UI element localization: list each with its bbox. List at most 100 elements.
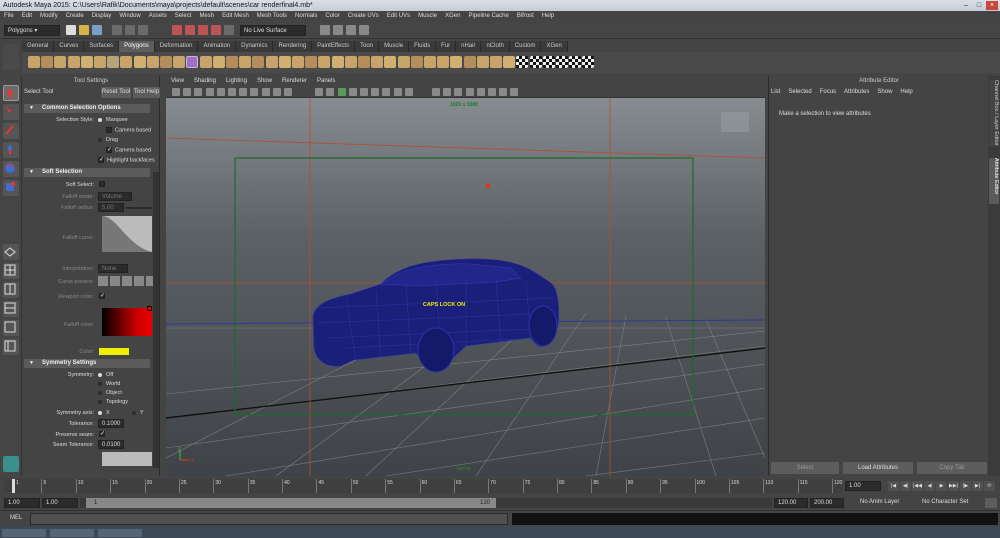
playback-start-field[interactable]: 1.00 bbox=[42, 498, 78, 508]
loop-toggle-icon[interactable]: ⟳ bbox=[984, 481, 995, 491]
ambient-occlusion-icon[interactable] bbox=[382, 88, 391, 96]
uv-editor-icon[interactable] bbox=[569, 56, 582, 68]
view-cube-icon[interactable] bbox=[721, 112, 749, 132]
shelf-tab-curves[interactable]: Curves bbox=[54, 41, 85, 52]
lasso-tool-icon[interactable] bbox=[3, 104, 19, 120]
poly-cube-icon[interactable] bbox=[41, 56, 54, 68]
attribute-menu-selected[interactable]: Selected bbox=[788, 89, 811, 95]
smooth-icon[interactable] bbox=[239, 56, 252, 68]
new-scene-icon[interactable] bbox=[66, 25, 76, 35]
soft-select-checkbox[interactable] bbox=[99, 181, 108, 187]
select-camera-icon[interactable] bbox=[172, 88, 180, 96]
shelf-tab-rendering[interactable]: Rendering bbox=[273, 41, 313, 52]
checker-c-icon[interactable] bbox=[542, 56, 555, 68]
camera-attributes-icon[interactable] bbox=[183, 88, 192, 96]
smooth-shade-icon[interactable] bbox=[326, 88, 335, 96]
camera-based-checkbox[interactable]: Camera based bbox=[106, 127, 151, 133]
select-button[interactable]: Select bbox=[771, 462, 839, 474]
menu-mesh-tools[interactable]: Mesh Tools bbox=[253, 11, 291, 22]
snap-curve-icon[interactable] bbox=[185, 25, 195, 35]
scale-tool-icon[interactable] bbox=[3, 180, 19, 196]
common-selection-header[interactable]: Common Selection Options bbox=[24, 104, 150, 113]
menu-assets[interactable]: Assets bbox=[145, 11, 171, 22]
ramp-handle-top[interactable] bbox=[147, 306, 152, 311]
copy-tab-button[interactable]: Copy Tab bbox=[917, 462, 987, 474]
anti-aliasing-icon[interactable] bbox=[404, 88, 413, 96]
drag-radio[interactable]: Drag bbox=[98, 137, 118, 143]
resolution-gate-toggle-icon[interactable] bbox=[239, 88, 248, 96]
menu-color[interactable]: Color bbox=[321, 11, 343, 22]
rotate-tool-icon[interactable] bbox=[3, 161, 19, 177]
shelf-tab-animation[interactable]: Animation bbox=[198, 41, 237, 52]
film-gate-icon[interactable] bbox=[228, 88, 236, 96]
highlight-backfaces-checkbox[interactable]: ✓ Highlight backfaces bbox=[98, 157, 155, 163]
snap-point-icon[interactable] bbox=[198, 25, 208, 35]
shadows-icon[interactable] bbox=[371, 88, 380, 96]
wireframe-on-shaded-icon[interactable] bbox=[337, 88, 346, 96]
minimize-icon[interactable]: – bbox=[960, 1, 972, 10]
viewport-menu-show[interactable]: Show bbox=[252, 76, 277, 86]
split-icon[interactable] bbox=[305, 56, 318, 68]
menu-xgen[interactable]: XGen bbox=[441, 11, 464, 22]
poke-icon[interactable] bbox=[476, 56, 489, 68]
shelf-tab-polygons[interactable]: Polygons bbox=[119, 41, 155, 52]
xray-icon[interactable] bbox=[443, 88, 452, 96]
mel-command-input[interactable] bbox=[30, 513, 508, 525]
menu-file[interactable]: File bbox=[0, 11, 18, 22]
xgen-icon[interactable] bbox=[3, 456, 19, 472]
time-slider[interactable]: 1 5 10 15 20 25 30 35 40 45 50 55 60 65 70 75 80 85 90 95 10… bbox=[0, 476, 1000, 496]
play-backwards-icon[interactable]: ◀ bbox=[924, 481, 935, 491]
shelf-tab-fur[interactable]: Fur bbox=[436, 41, 457, 52]
step-back-key-icon[interactable]: |◀◀ bbox=[912, 481, 923, 491]
play-forwards-icon[interactable]: ▶ bbox=[936, 481, 947, 491]
poly-platonic-icon[interactable] bbox=[173, 56, 186, 68]
bookmark-icon[interactable] bbox=[194, 88, 203, 96]
curve-preset-2[interactable] bbox=[110, 276, 120, 286]
resolution-toggle-icon[interactable] bbox=[488, 88, 496, 96]
symmetry-off-radio[interactable]: Off bbox=[98, 372, 113, 378]
tab-channel-box[interactable]: Channel Box / Layer Editor bbox=[989, 80, 999, 146]
soft-selection-header[interactable]: Soft Selection bbox=[24, 168, 150, 177]
menu-muscle[interactable]: Muscle bbox=[414, 11, 441, 22]
menu-create[interactable]: Create bbox=[62, 11, 88, 22]
separate-icon[interactable] bbox=[199, 56, 212, 68]
curve-preset-4[interactable] bbox=[134, 276, 144, 286]
attribute-menu-attributes[interactable]: Attributes bbox=[844, 89, 869, 95]
select-tool-icon[interactable] bbox=[3, 85, 19, 101]
menu-display[interactable]: Display bbox=[88, 11, 116, 22]
shelf-options-icon[interactable] bbox=[3, 44, 19, 70]
xray-joints-icon[interactable] bbox=[454, 88, 463, 96]
shelf-tab-muscle[interactable]: Muscle bbox=[379, 41, 410, 52]
viewport-menu-view[interactable]: View bbox=[166, 76, 189, 86]
open-scene-icon[interactable] bbox=[79, 25, 89, 35]
menu-create-uvs[interactable]: Create UVs bbox=[344, 11, 383, 22]
grease-pencil-icon[interactable] bbox=[510, 88, 519, 96]
range-bar[interactable]: 1 120 bbox=[86, 498, 496, 508]
preserve-seam-checkbox[interactable]: ✓ bbox=[99, 431, 108, 437]
tool-help-button[interactable]: Tool Help bbox=[133, 87, 160, 98]
poly-cone-icon[interactable] bbox=[67, 56, 80, 68]
select-hierarchy-icon[interactable] bbox=[112, 25, 122, 35]
attribute-menu-focus[interactable]: Focus bbox=[820, 89, 836, 95]
isolate-select-icon[interactable] bbox=[432, 88, 440, 96]
shelf-tab-custom[interactable]: Custom bbox=[509, 41, 542, 52]
playback-end-field[interactable]: 120.00 bbox=[774, 498, 808, 508]
snap-plane-icon[interactable] bbox=[211, 25, 221, 35]
combine-icon[interactable] bbox=[186, 56, 199, 68]
viewport-menu-panels[interactable]: Panels bbox=[312, 76, 340, 86]
poly-prism-icon[interactable] bbox=[107, 56, 120, 68]
safe-action-icon[interactable] bbox=[272, 88, 281, 96]
poly-pyramid-icon[interactable] bbox=[120, 56, 133, 68]
falloff-mode-dropdown[interactable]: Volume bbox=[98, 192, 132, 201]
falloff-color-ramp[interactable] bbox=[102, 308, 152, 336]
symmetry-settings-header[interactable]: Symmetry Settings bbox=[24, 359, 150, 368]
viewport-menu-shading[interactable]: Shading bbox=[189, 76, 221, 86]
symmetry-object-radio[interactable]: Object bbox=[98, 390, 122, 396]
make-live-icon[interactable] bbox=[224, 25, 234, 35]
motion-blur-icon[interactable] bbox=[393, 88, 402, 96]
maximize-icon[interactable]: □ bbox=[973, 1, 985, 10]
attribute-menu-show[interactable]: Show bbox=[877, 89, 892, 95]
move-tool-icon[interactable] bbox=[3, 142, 19, 158]
cut-faces-icon[interactable] bbox=[450, 56, 463, 68]
symmetry-axis-x-radio[interactable]: X bbox=[98, 410, 110, 416]
